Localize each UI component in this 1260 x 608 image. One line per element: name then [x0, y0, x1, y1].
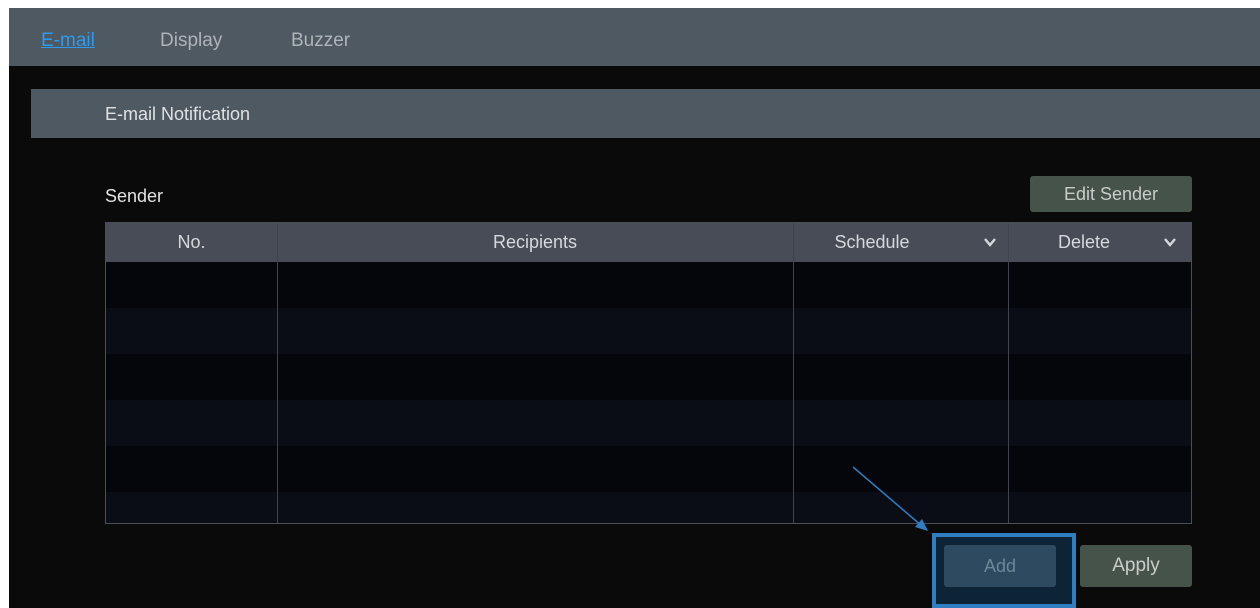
column-header-recipients: Recipients: [492, 232, 578, 252]
sender-label: Sender: [105, 186, 164, 206]
table-row: [106, 400, 1191, 446]
table-row: [106, 262, 1191, 308]
section-header: E-mail Notification: [31, 89, 1260, 138]
edit-sender-button[interactable]: Edit Sender: [1030, 176, 1192, 212]
column-header-schedule: Schedule: [834, 232, 910, 252]
section-title: E-mail Notification: [105, 104, 251, 124]
apply-button[interactable]: Apply: [1080, 545, 1192, 587]
tab-email[interactable]: E-mail: [41, 30, 95, 52]
recipients-table: No. Recipients Schedule Delete: [105, 222, 1192, 524]
column-divider: [793, 223, 794, 523]
column-divider: [277, 223, 278, 523]
table-row: [106, 354, 1191, 400]
table-row: [106, 308, 1191, 354]
column-header-no: No.: [177, 232, 206, 252]
table-row: [106, 446, 1191, 492]
add-button[interactable]: Add: [944, 545, 1056, 587]
chevron-down-icon[interactable]: [983, 235, 997, 249]
email-settings-window: E-mail Display Buzzer E-mail Notificatio…: [9, 8, 1260, 608]
tab-bar: E-mail Display Buzzer: [9, 8, 1260, 66]
column-header-delete: Delete: [1057, 232, 1111, 252]
table-body: [106, 262, 1191, 523]
column-divider: [1008, 223, 1009, 523]
tab-buzzer[interactable]: Buzzer: [291, 30, 350, 52]
table-header: No. Recipients Schedule Delete: [106, 223, 1191, 262]
table-row: [106, 492, 1191, 523]
chevron-down-icon[interactable]: [1163, 235, 1177, 249]
tab-display[interactable]: Display: [160, 30, 222, 52]
